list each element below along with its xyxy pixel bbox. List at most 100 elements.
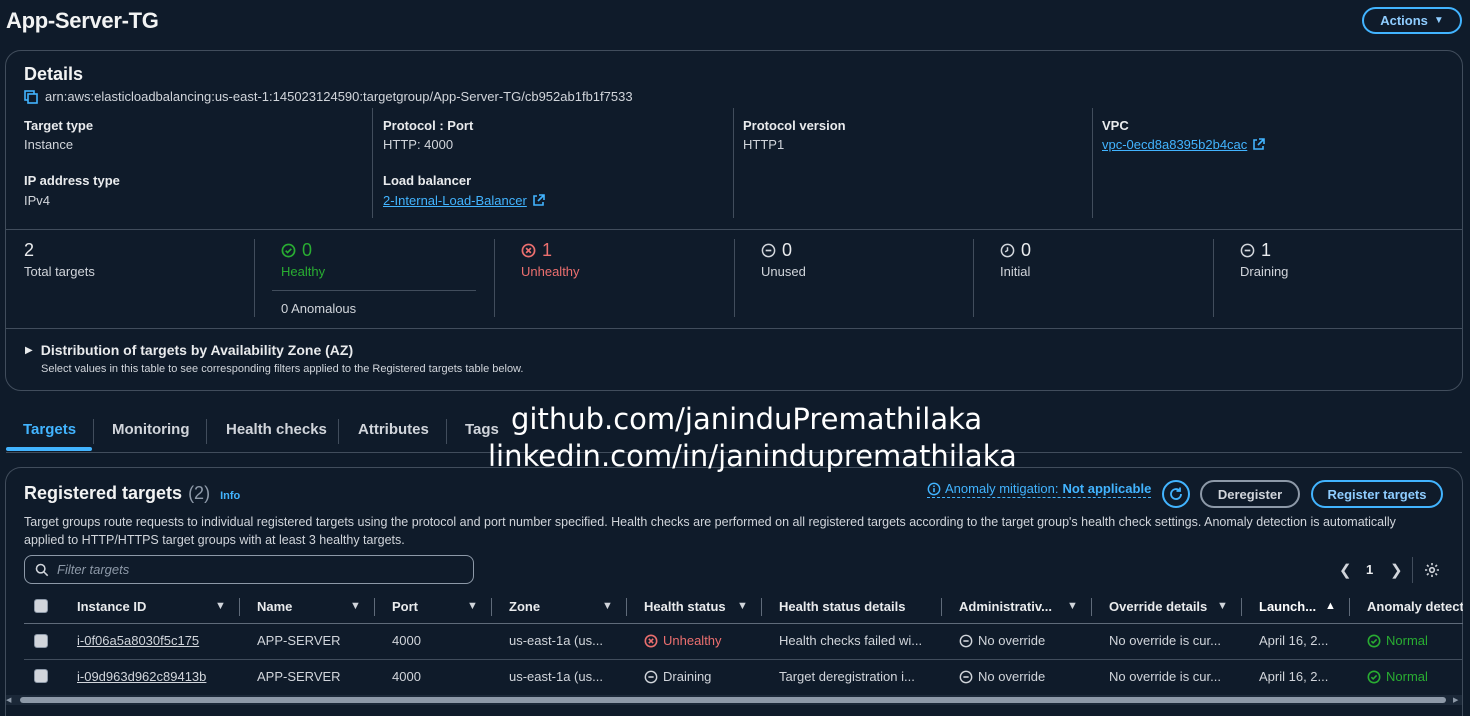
column-health-details[interactable]: Health status details: [779, 599, 905, 614]
anomaly-mitigation[interactable]: Anomaly mitigation: Not applicable: [927, 481, 1152, 498]
refresh-button[interactable]: [1162, 480, 1190, 508]
deregister-button[interactable]: Deregister: [1200, 480, 1300, 508]
copy-icon[interactable]: [24, 89, 38, 104]
column-port[interactable]: Port: [392, 599, 418, 614]
scroll-right-icon[interactable]: ▶: [1453, 697, 1461, 704]
row-override-details: No override is cur...: [1109, 633, 1221, 648]
column-override-details[interactable]: Override details: [1109, 599, 1207, 614]
anomaly-status: Normal: [1367, 633, 1428, 648]
load-balancer-link[interactable]: 2-Internal-Load-Balancer: [383, 193, 545, 208]
column-divider[interactable]: [374, 598, 375, 616]
column-name[interactable]: Name: [257, 599, 292, 614]
unhealthy-value: 1: [542, 240, 553, 260]
column-divider[interactable]: [239, 598, 240, 616]
column-health-status[interactable]: Health status: [644, 599, 726, 614]
sort-up-icon[interactable]: ▲: [1325, 600, 1336, 612]
row-name: APP-SERVER: [257, 669, 341, 684]
sort-down-icon[interactable]: ▼: [350, 600, 361, 612]
sort-down-icon[interactable]: ▼: [602, 600, 613, 612]
total-targets-label: Total targets: [24, 264, 95, 279]
column-divider[interactable]: [491, 598, 492, 616]
row-override-details: No override is cur...: [1109, 669, 1221, 684]
sort-down-icon[interactable]: ▼: [1067, 600, 1078, 612]
horizontal-scrollbar[interactable]: ◀ ▶: [6, 695, 1462, 705]
tab-tags[interactable]: Tags: [465, 421, 499, 438]
divider: [6, 328, 1462, 329]
sort-down-icon[interactable]: ▼: [737, 600, 748, 612]
instance-id-link[interactable]: i-09d963d962c89413b: [77, 669, 206, 684]
column-anomaly-detection[interactable]: Anomaly detect: [1367, 599, 1463, 614]
scrollbar-thumb[interactable]: [20, 697, 1446, 703]
minus-circle-icon: [1240, 243, 1255, 258]
divider: [372, 108, 373, 218]
row-checkbox[interactable]: [34, 669, 48, 683]
anomaly-value: Not applicable: [1062, 481, 1152, 496]
protocol-version-value: HTTP1: [743, 137, 785, 152]
page-title: App-Server-TG: [6, 8, 159, 33]
column-instance-id[interactable]: Instance ID: [77, 599, 146, 614]
distribution-toggle[interactable]: ▶ Distribution of targets by Availabilit…: [25, 342, 353, 358]
unused-stat[interactable]: 0: [761, 240, 792, 261]
column-divider[interactable]: [941, 598, 942, 616]
info-link[interactable]: Info: [220, 490, 240, 502]
vpc-link[interactable]: vpc-0ecd8a8395b2b4cac: [1102, 137, 1266, 152]
sort-down-icon[interactable]: ▼: [1217, 600, 1228, 612]
healthy-stat[interactable]: 0: [281, 240, 312, 261]
next-page-icon[interactable]: ❯: [1390, 561, 1403, 579]
filter-container[interactable]: [24, 555, 474, 584]
actions-label: Actions: [1380, 13, 1428, 28]
column-administrative[interactable]: Administrativ...: [959, 599, 1052, 614]
target-type-label: Target type: [24, 118, 94, 133]
tab-targets[interactable]: Targets: [23, 421, 76, 438]
column-zone[interactable]: Zone: [509, 599, 540, 614]
registered-title: Registered targets: [24, 483, 183, 503]
tab-monitoring[interactable]: Monitoring: [112, 421, 189, 438]
page-number[interactable]: 1: [1366, 562, 1373, 577]
unused-value: 0: [782, 240, 793, 260]
ip-type-value: IPv4: [24, 193, 51, 208]
instance-id-link[interactable]: i-0f06a5a8030f5c175: [77, 633, 199, 648]
anomaly-status: Normal: [1367, 669, 1428, 684]
tab-attributes[interactable]: Attributes: [358, 421, 429, 438]
select-all-checkbox[interactable]: [34, 599, 48, 613]
anomalous-count[interactable]: 0 Anomalous: [281, 301, 356, 316]
prev-page-icon[interactable]: ❮: [1339, 561, 1352, 579]
admin-override-text: No override: [978, 669, 1046, 684]
row-checkbox[interactable]: [34, 634, 48, 648]
actions-button[interactable]: Actions ▼: [1362, 7, 1462, 34]
scroll-left-icon[interactable]: ◀: [6, 697, 14, 704]
anomaly-status-text: Normal: [1386, 633, 1428, 648]
column-divider[interactable]: [1349, 598, 1350, 616]
register-targets-button[interactable]: Register targets: [1311, 480, 1443, 508]
unhealthy-stat[interactable]: 1: [521, 240, 552, 261]
arn-text: arn:aws:elasticloadbalancing:us-east-1:1…: [45, 89, 633, 104]
caret-down-icon: ▼: [1433, 15, 1444, 26]
external-link-icon: [1253, 138, 1266, 150]
vpc-value[interactable]: vpc-0ecd8a8395b2b4cac: [1102, 137, 1247, 152]
divider: [1213, 239, 1214, 317]
divider: [734, 239, 735, 317]
column-divider[interactable]: [1091, 598, 1092, 616]
distribution-subtitle: Select values in this table to see corre…: [41, 363, 524, 375]
unused-label: Unused: [761, 264, 806, 279]
sort-down-icon[interactable]: ▼: [467, 600, 478, 612]
anomaly-prefix: Anomaly mitigation:: [945, 481, 1059, 496]
tab-health-checks[interactable]: Health checks: [226, 421, 327, 438]
tab-divider: [338, 419, 339, 444]
gear-icon[interactable]: [1424, 562, 1440, 578]
column-divider[interactable]: [626, 598, 627, 616]
sort-down-icon[interactable]: ▼: [215, 600, 226, 612]
draining-stat[interactable]: 1: [1240, 240, 1271, 261]
unhealthy-label: Unhealthy: [521, 264, 580, 279]
protocol-port-label: Protocol : Port: [383, 118, 474, 133]
column-divider[interactable]: [761, 598, 762, 616]
column-divider[interactable]: [1241, 598, 1242, 616]
load-balancer-value[interactable]: 2-Internal-Load-Balancer: [383, 193, 527, 208]
initial-stat[interactable]: 0: [1000, 240, 1031, 261]
filter-input[interactable]: [57, 562, 457, 577]
health-status: Unhealthy: [644, 633, 722, 648]
anomaly-status-text: Normal: [1386, 669, 1428, 684]
column-launch-time[interactable]: Launch...: [1259, 599, 1316, 614]
divider: [494, 239, 495, 317]
deregister-label: Deregister: [1217, 486, 1283, 502]
